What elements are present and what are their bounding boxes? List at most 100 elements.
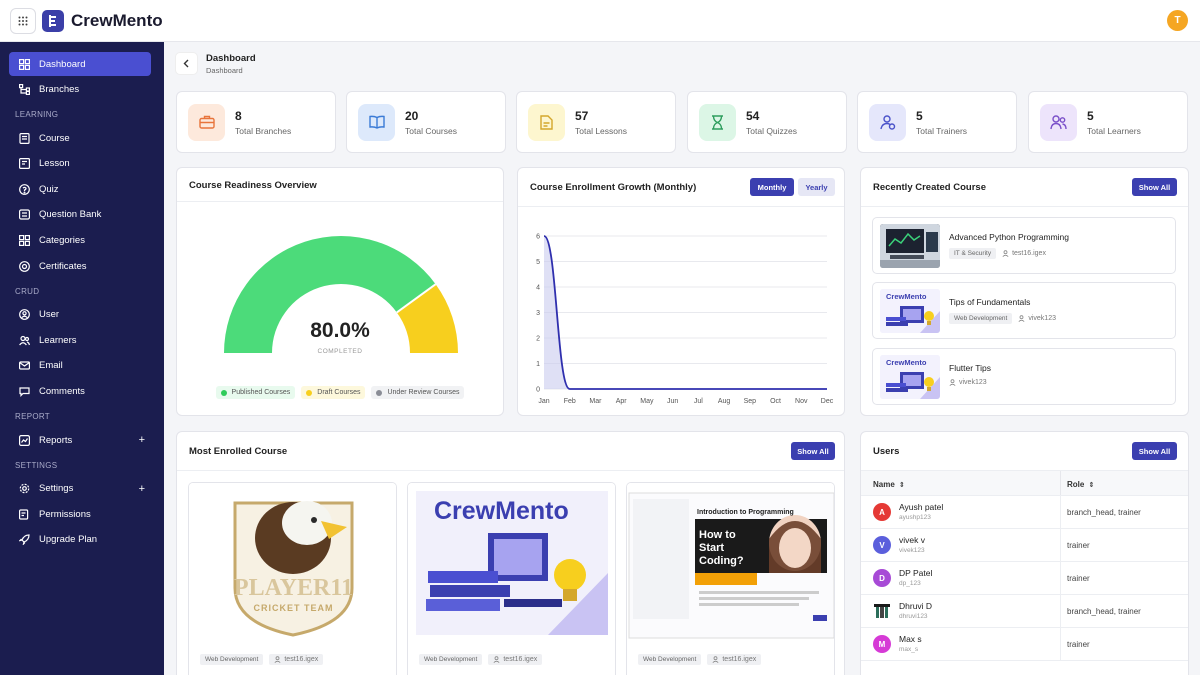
book-icon [358,103,395,141]
database-icon [18,209,30,221]
panel-title: Users [873,446,900,457]
show-all-button[interactable]: Show All [791,442,835,460]
sidebar-item-reports[interactable]: Reports + [9,428,151,452]
y-tick-label: 4 [536,285,540,292]
enrolled-course-card[interactable]: Introduction to Programming How to Start… [626,482,835,675]
briefcase-icon [188,103,225,141]
stat-label: Total Quizzes [746,125,798,136]
stat-label: Total Branches [235,125,292,136]
x-tick-label: Jan [538,398,549,405]
sidebar-item-learners[interactable]: Learners [9,328,151,352]
enrolled-course-card[interactable]: CrewMento Web Development test16.igex [407,482,616,675]
table-row[interactable]: V vivek v vivek123 trainer [861,529,1188,562]
course-thumbnail: CrewMento [880,289,940,333]
legend-dot [306,389,313,396]
legend-item-under-review[interactable]: Under Review Courses [371,386,465,399]
apps-grid-icon [18,16,28,25]
app-name: CrewMento [71,10,163,30]
course-title: Flutter Tips [949,363,992,373]
help-circle-icon [18,183,30,195]
readiness-panel: Course Readiness Overview 80.0% COMPLETE… [176,167,504,416]
course-thumbnail: CrewMento [880,355,940,399]
table-row[interactable]: Dhruvi D dhruvi123 branch_head, trainer [861,595,1188,628]
author-tag: test16.igex [269,654,324,665]
expand-plus-icon[interactable]: + [139,483,145,495]
gauge-value: 80.0% [310,319,370,342]
user-role: branch_head, trainer [1067,508,1141,517]
legend-label: Published Courses [231,389,291,396]
sidebar-item-question-bank[interactable]: Question Bank [9,203,151,227]
show-all-button[interactable]: Show All [1132,442,1177,460]
show-all-button[interactable]: Show All [1132,178,1177,196]
stat-card-learners[interactable]: 5 Total Learners [1028,91,1188,153]
user-icon [274,656,281,663]
course-image: CrewMento [408,483,615,643]
sidebar-item-label: User [39,309,60,321]
stat-card-quizzes[interactable]: 54 Total Quizzes [687,91,847,153]
column-header-name[interactable]: Name ⇕ [873,480,905,489]
sidebar-item-label: Dashboard [39,58,86,70]
sidebar-item-branches[interactable]: Branches [9,78,151,102]
branch-icon [18,84,30,96]
column-header-role[interactable]: Role ⇕ [1067,480,1094,489]
back-button[interactable] [175,52,198,75]
y-tick-label: 6 [536,234,540,241]
categories-icon [18,235,30,247]
sidebar-item-comments[interactable]: Comments [9,380,151,404]
course-card[interactable]: CrewMento Tips of Fundamentals Web Devel… [872,282,1176,339]
sidebar: Dashboard Branches LEARNING Course Lesso… [0,42,164,675]
user-avatar[interactable]: T [1167,10,1188,31]
sidebar-item-lesson[interactable]: Lesson [9,152,151,176]
sidebar-item-dashboard[interactable]: Dashboard [9,52,151,76]
author-tag: vivek123 [949,379,987,386]
user-icon [493,656,500,663]
stat-card-courses[interactable]: 20 Total Courses [346,91,506,153]
stat-label: Total Courses [405,125,457,136]
legend-item-draft[interactable]: Draft Courses [301,386,366,399]
stat-card-trainers[interactable]: 5 Total Trainers [857,91,1017,153]
sidebar-item-course[interactable]: Course [9,126,151,150]
y-tick-label: 0 [536,387,540,394]
author-tag: vivek123 [1018,315,1056,322]
expand-plus-icon[interactable]: + [139,434,145,446]
enrolled-course-card[interactable]: PLAYER11 CRICKET TEAM Web Development te… [188,482,397,675]
panel-title: Recently Created Course [873,182,986,193]
app-logo[interactable]: CrewMento [42,9,163,32]
reports-icon [18,434,30,446]
user-handle: vivek123 [899,547,925,554]
x-tick-label: Nov [795,398,808,405]
image-text-title: Introduction to Programming [697,509,794,516]
stat-value: 57 [575,108,589,123]
column-label: Role [1067,480,1085,489]
sidebar-section-settings: SETTINGS [15,460,58,470]
course-card[interactable]: CrewMento Flutter Tips vivek123 [872,348,1176,405]
table-row[interactable]: A Ayush patel ayushp123 branch_head, tra… [861,496,1188,529]
sidebar-item-quiz[interactable]: Quiz [9,177,151,201]
sidebar-item-settings[interactable]: Settings + [9,477,151,501]
stat-value: 54 [746,108,760,123]
sidebar-item-label: Quiz [39,183,59,195]
sidebar-item-permissions[interactable]: Permissions [9,502,151,526]
sort-icon: ⇕ [1088,482,1095,489]
stat-card-branches[interactable]: 8 Total Branches [176,91,336,153]
sidebar-item-label: Comments [39,386,85,398]
sidebar-item-categories[interactable]: Categories [9,229,151,253]
apps-grid-button[interactable] [10,7,36,34]
course-card[interactable]: Advanced Python Programming IT & Securit… [872,217,1176,274]
user-role: trainer [1067,574,1090,583]
sidebar-item-upgrade-plan[interactable]: Upgrade Plan [9,528,151,552]
sidebar-item-email[interactable]: Email [9,354,151,378]
stat-card-lessons[interactable]: 57 Total Lessons [516,91,676,153]
sidebar-item-user[interactable]: User [9,303,151,327]
learners-icon [18,334,30,346]
readiness-gauge [224,236,458,353]
sidebar-item-certificates[interactable]: Certificates [9,254,151,278]
sidebar-item-label: Reports [39,434,73,446]
table-row[interactable]: D DP Patel dp_123 trainer [861,562,1188,595]
table-row[interactable]: M Max s max_s trainer [861,628,1188,661]
legend-item-published[interactable]: Published Courses [215,386,296,399]
x-tick-label: Aug [718,398,731,405]
avatar: A [873,503,891,521]
image-text-subtitle: How to Start Coding? [699,529,744,567]
stat-value: 5 [916,108,923,123]
